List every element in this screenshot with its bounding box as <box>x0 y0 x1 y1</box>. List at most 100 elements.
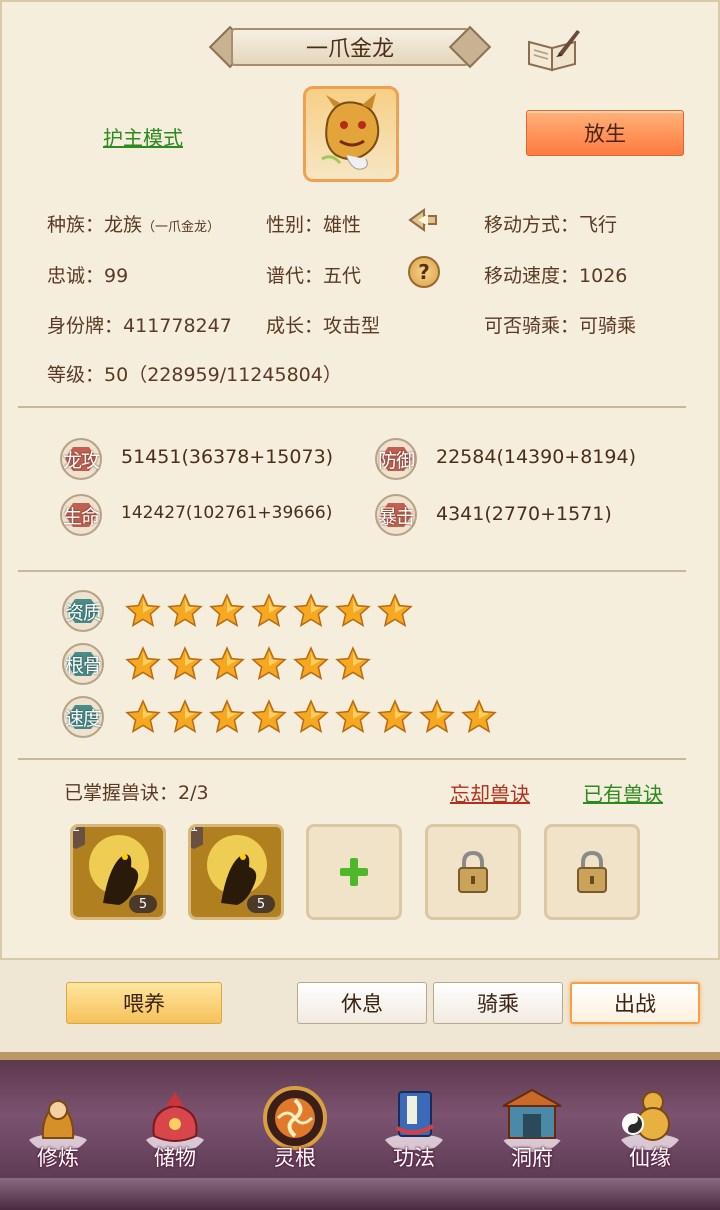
rest-button[interactable]: 休息 <box>297 982 427 1024</box>
golden-dragon-image <box>321 93 380 170</box>
level-value: 50（228959/11245804） <box>104 364 342 386</box>
star-icon <box>251 646 287 682</box>
id-tag-value: 411778247 <box>123 315 232 337</box>
star-icon <box>335 646 371 682</box>
star-icon <box>335 593 371 629</box>
divider <box>18 570 686 572</box>
pet-name: 一爪金龙 <box>305 37 394 62</box>
nav-fate[interactable]: 仙缘 <box>600 1080 700 1180</box>
aptitude-badge: 资质 <box>62 590 104 632</box>
star-icon <box>167 699 203 735</box>
feed-button[interactable]: 喂养 <box>66 982 222 1024</box>
move-speed-value: 1026 <box>579 265 628 287</box>
forget-skill-link[interactable]: 忘却兽诀 <box>450 778 530 807</box>
star-icon <box>293 699 329 735</box>
title-banner: 一爪金龙 <box>205 24 495 70</box>
guard-mode-link[interactable]: 护主模式 <box>103 122 183 151</box>
divider <box>18 758 686 760</box>
skill-slot[interactable]: 2 5 <box>70 824 166 920</box>
race-field: 种族：龙族（一爪金龙） <box>47 210 220 237</box>
locked-skill-slot[interactable] <box>425 824 521 920</box>
skill-slot[interactable]: 1 5 <box>188 824 284 920</box>
star-icon <box>335 699 371 735</box>
attack-badge: 龙攻 <box>60 438 102 480</box>
nav-label: 灵根 <box>274 1146 316 1170</box>
nav-techniques[interactable]: 功法 <box>364 1080 464 1180</box>
id-tag-label: 身份牌： <box>47 315 124 337</box>
star-icon <box>461 699 497 735</box>
gender-value: 雄性 <box>323 214 362 236</box>
rideable-label: 可否骑乘： <box>484 315 580 337</box>
release-button[interactable]: 放生 <box>526 110 684 156</box>
lock-icon <box>458 850 488 893</box>
nav-spirit-root[interactable]: 灵根 <box>245 1080 345 1180</box>
defense-label: 防御 <box>377 449 415 472</box>
ride-button[interactable]: 骑乘 <box>433 982 563 1024</box>
battle-button[interactable]: 出战 <box>570 982 700 1024</box>
skill-level: 5 <box>247 895 275 913</box>
generation-value: 五代 <box>323 265 362 287</box>
star-icon <box>125 699 161 735</box>
crit-value: 4341(2770+1571) <box>436 503 612 525</box>
hp-label: 生命 <box>62 505 100 528</box>
speed-label: 速度 <box>64 707 102 730</box>
gender-switch-icon[interactable] <box>406 204 440 236</box>
skill-rank: 1 <box>191 827 203 849</box>
crit-badge: 暴击 <box>375 494 417 536</box>
nav-label: 储物 <box>154 1146 196 1170</box>
owned-skills-link[interactable]: 已有兽诀 <box>583 778 663 807</box>
id-tag-field: 身份牌：411778247 <box>47 311 232 338</box>
help-question-icon[interactable]: ? <box>408 256 440 288</box>
pet-portrait <box>303 86 399 182</box>
skill-rank: 2 <box>73 827 85 849</box>
star-icon <box>167 646 203 682</box>
gender-field: 性别：雄性 <box>266 210 361 237</box>
hp-value: 142427(102761+39666) <box>121 503 333 523</box>
speed-stars <box>125 699 497 735</box>
star-icon <box>125 593 161 629</box>
nav-cultivate[interactable]: 修炼 <box>8 1080 108 1180</box>
aptitude-stars <box>125 593 413 629</box>
race-label: 种族： <box>47 214 105 236</box>
bone-stars <box>125 646 371 682</box>
divider <box>18 406 686 408</box>
star-icon <box>209 593 245 629</box>
crit-label: 暴击 <box>377 505 415 528</box>
locked-skill-slot[interactable] <box>544 824 640 920</box>
generation-field: 谱代：五代 <box>266 261 361 288</box>
move-mode-label: 移动方式： <box>484 214 580 236</box>
star-icon <box>125 646 161 682</box>
star-icon <box>419 699 455 735</box>
star-icon <box>167 593 203 629</box>
book-quill-icon[interactable] <box>525 28 581 72</box>
add-skill-slot[interactable] <box>306 824 402 920</box>
nav-label: 洞府 <box>511 1146 553 1170</box>
rideable-value: 可骑乘 <box>579 315 637 337</box>
defense-value: 22584(14390+8194) <box>436 446 636 468</box>
lock-icon <box>577 850 607 893</box>
loyalty-field: 忠诚：99 <box>47 261 128 288</box>
move-speed-field: 移动速度：1026 <box>484 261 627 288</box>
plus-icon <box>340 858 368 886</box>
attack-value: 51451(36378+15073) <box>121 446 334 468</box>
rideable-field: 可否骑乘：可骑乘 <box>484 311 636 338</box>
hp-badge: 生命 <box>60 494 102 536</box>
loyalty-value: 99 <box>104 265 129 287</box>
race-value: 龙族 <box>104 214 143 236</box>
move-mode-value: 飞行 <box>579 214 618 236</box>
bone-label: 根骨 <box>64 654 102 677</box>
move-mode-field: 移动方式：飞行 <box>484 210 617 237</box>
star-icon <box>209 699 245 735</box>
level-field: 等级：50（228959/11245804） <box>47 360 342 387</box>
nav-cave-dwelling[interactable]: 洞府 <box>482 1080 582 1180</box>
growth-field: 成长：攻击型 <box>266 311 380 338</box>
nav-label: 修炼 <box>37 1146 79 1170</box>
star-icon <box>293 593 329 629</box>
generation-label: 谱代： <box>266 265 324 287</box>
star-icon <box>377 593 413 629</box>
nav-label: 仙缘 <box>629 1146 671 1170</box>
aptitude-label: 资质 <box>64 601 102 624</box>
bone-badge: 根骨 <box>62 643 104 685</box>
nav-storage[interactable]: 储物 <box>125 1080 225 1180</box>
defense-badge: 防御 <box>375 438 417 480</box>
